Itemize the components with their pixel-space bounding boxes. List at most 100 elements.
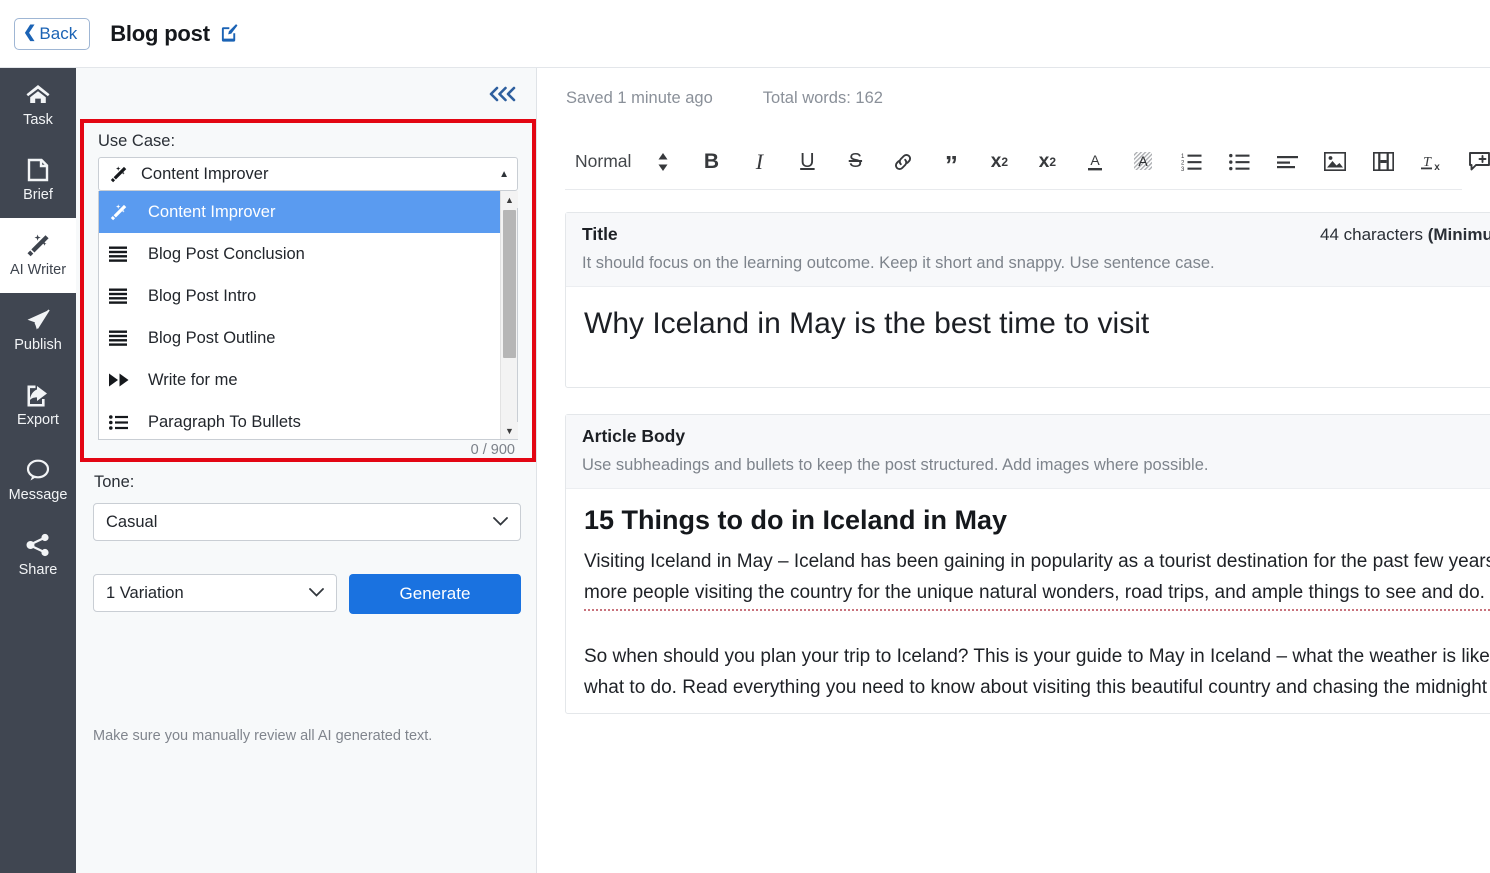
sidebar-item-ai-writer[interactable]: AI Writer	[0, 218, 76, 293]
fast-forward-icon	[109, 373, 137, 387]
editor-area: Saved 1 minute ago Total words: 162 Norm…	[537, 68, 1490, 873]
sidebar-item-message[interactable]: Message	[0, 443, 76, 518]
option-label: Write for me	[148, 370, 238, 389]
character-counter: 0 / 900	[470, 442, 515, 458]
sidebar-item-label: Task	[23, 112, 53, 128]
paper-plane-icon	[25, 308, 51, 334]
scroll-up-arrow-icon[interactable]: ▲	[501, 191, 518, 208]
tone-select[interactable]: Casual	[93, 503, 521, 541]
text-lines-icon	[109, 330, 137, 346]
tone-selected-value: Casual	[106, 512, 158, 531]
add-comment-icon[interactable]	[1455, 142, 1490, 182]
title-input[interactable]: Why Iceland in May is the best time to v…	[566, 287, 1490, 387]
highlight-color-icon[interactable]: A	[1119, 142, 1167, 182]
underline-icon[interactable]: U	[783, 142, 831, 182]
sidebar-item-label: Brief	[23, 187, 53, 203]
text-lines-icon	[109, 288, 137, 304]
count-prefix: 44 characters	[1319, 225, 1428, 244]
sidebar-item-task[interactable]: Task	[0, 68, 76, 143]
use-case-option-blog-post-conclusion[interactable]: Blog Post Conclusion	[99, 233, 500, 275]
speech-bubble-icon	[25, 458, 51, 484]
export-share-box-icon	[25, 383, 51, 409]
variation-selected-value: 1 Variation	[106, 583, 184, 602]
italic-icon[interactable]: I	[735, 142, 783, 182]
sidebar-item-export[interactable]: Export	[0, 368, 76, 443]
clear-formatting-icon[interactable]: T x	[1407, 142, 1455, 182]
document-icon	[27, 158, 49, 184]
scroll-down-arrow-icon[interactable]: ▼	[501, 422, 518, 439]
text-color-icon[interactable]: A	[1071, 142, 1119, 182]
bullet-list-icon	[109, 414, 137, 430]
format-dropdown[interactable]: Normal	[565, 142, 639, 182]
article-body-editor[interactable]: 15 Things to do in Iceland in May Visiti…	[566, 489, 1490, 713]
article-body-section: Article Body Use subheadings and bullets…	[565, 414, 1490, 714]
home-icon	[25, 83, 51, 109]
scrollbar-thumb[interactable]	[503, 210, 516, 358]
top-bar: ❮ Back Blog post	[0, 0, 1490, 68]
back-button-label: Back	[39, 24, 78, 43]
variation-count-select[interactable]: 1 Variation	[93, 574, 337, 612]
use-case-option-write-for-me[interactable]: Write for me	[99, 359, 500, 401]
article-paragraph-2: So when should you plan your trip to Ice…	[584, 646, 1490, 698]
article-paragraph-1: Visiting Iceland in May – Iceland has be…	[584, 546, 1490, 611]
title-section-header: Title 44 characters (Minimum It should f…	[566, 213, 1490, 287]
option-label: Blog Post Outline	[148, 328, 276, 347]
caret-up-icon: ▲	[499, 168, 509, 180]
superscript-icon[interactable]: x2	[1023, 142, 1071, 182]
svg-text:A: A	[1091, 152, 1101, 168]
use-case-option-blog-post-outline[interactable]: Blog Post Outline	[99, 317, 500, 359]
format-dropdown-stepper-icon[interactable]	[639, 142, 687, 182]
option-label: Blog Post Intro	[148, 286, 257, 305]
svg-text:1: 1	[1181, 154, 1185, 160]
ai-disclaimer-note: Make sure you manually review all AI gen…	[93, 728, 433, 744]
sidebar-item-share[interactable]: Share	[0, 518, 76, 593]
align-icon[interactable]	[1263, 142, 1311, 182]
use-case-option-list[interactable]: Content Improver Blog Post Conclusion Bl…	[98, 191, 518, 440]
chevron-down-icon	[493, 515, 508, 529]
magic-wand-icon	[109, 165, 128, 183]
blockquote-icon[interactable]: ”	[927, 142, 975, 182]
insert-image-icon[interactable]	[1311, 142, 1359, 182]
page-title: Blog post	[110, 20, 210, 46]
article-body-section-header: Article Body Use subheadings and bullets…	[566, 415, 1490, 489]
insert-video-icon[interactable]	[1359, 142, 1407, 182]
edit-pencil-square-icon[interactable]	[220, 24, 239, 43]
title-character-count: 44 characters (Minimum	[1320, 225, 1490, 245]
bold-icon[interactable]: B	[687, 142, 735, 182]
use-case-option-paragraph-to-bullets[interactable]: Paragraph To Bullets	[99, 401, 500, 439]
strikethrough-icon[interactable]: S	[831, 142, 879, 182]
section-hint: Use subheadings and bullets to keep the …	[582, 456, 1209, 474]
link-icon[interactable]	[879, 142, 927, 182]
numbered-list-icon[interactable]: 1 2 3	[1167, 142, 1215, 182]
svg-text:2: 2	[1181, 160, 1185, 166]
left-nav-rail: Task Brief AI Writer Publish Export Mess…	[0, 68, 76, 873]
back-button[interactable]: ❮ Back	[14, 17, 91, 50]
editor-toolbar: Normal B I U S ” x2 x2 A A 1 2 3 T x	[565, 134, 1490, 190]
title-section: Title 44 characters (Minimum It should f…	[565, 212, 1490, 388]
magic-wand-icon	[25, 233, 51, 259]
generate-button[interactable]: Generate	[349, 574, 521, 614]
sidebar-item-brief[interactable]: Brief	[0, 143, 76, 218]
subscript-icon[interactable]: x2	[975, 142, 1023, 182]
triple-chevron-left-icon[interactable]	[488, 84, 518, 106]
section-name: Article Body	[582, 426, 686, 446]
chevron-down-icon	[309, 586, 324, 600]
use-case-combobox[interactable]: Content Improver ▲	[98, 157, 518, 191]
use-case-highlight-box: Use Case: Content Improver ▲ Content Imp…	[80, 119, 536, 462]
option-list-scrollbar[interactable]: ▲ ▼	[500, 191, 518, 439]
saved-status: Saved 1 minute ago	[566, 88, 713, 107]
bullet-list-icon[interactable]	[1215, 142, 1263, 182]
editor-status-row: Saved 1 minute ago Total words: 162	[537, 68, 1490, 128]
svg-text:x: x	[1435, 162, 1441, 172]
use-case-label: Use Case:	[98, 132, 176, 150]
option-label: Blog Post Conclusion	[148, 244, 305, 263]
use-case-option-blog-post-intro[interactable]: Blog Post Intro	[99, 275, 500, 317]
use-case-option-content-improver[interactable]: Content Improver	[99, 191, 500, 233]
section-hint: It should focus on the learning outcome.…	[582, 254, 1215, 272]
sidebar-item-publish[interactable]: Publish	[0, 293, 76, 368]
option-label: Content Improver	[148, 202, 276, 221]
share-nodes-icon	[25, 533, 51, 559]
sidebar-item-label: Export	[17, 412, 59, 428]
ai-writer-panel: Use Case: Content Improver ▲ Content Imp…	[76, 68, 537, 873]
